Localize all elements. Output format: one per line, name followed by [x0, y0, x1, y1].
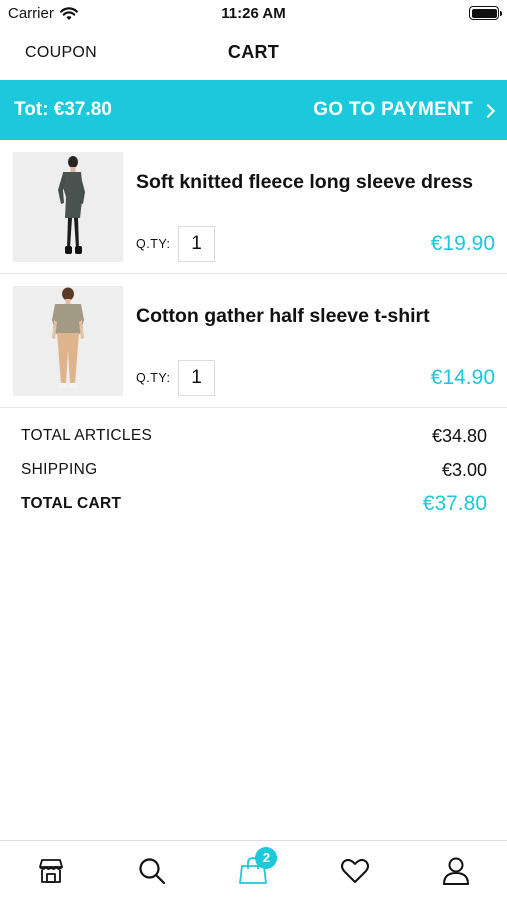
total-articles-value: €34.80 — [431, 426, 487, 446]
model-beige-tshirt-image — [13, 286, 123, 396]
cart-items-list: Soft knitted fleece long sleeve dress Q.… — [0, 140, 507, 408]
nav-bar: COUPON CART — [0, 28, 507, 80]
summary-total-row: TOTAL CART €37.80 — [0, 486, 507, 520]
status-time: 11:26 AM — [221, 5, 286, 22]
go-to-payment-label: GO TO PAYMENT — [313, 99, 473, 120]
product-image-dress[interactable] — [13, 152, 123, 262]
summary-articles-row: TOTAL ARTICLES €34.80 — [0, 418, 507, 452]
cart-item: Cotton gather half sleeve t-shirt Q.TY: … — [0, 274, 507, 408]
status-bar: Carrier 11:26 AM — [0, 0, 507, 28]
cart-item: Soft knitted fleece long sleeve dress Q.… — [0, 140, 507, 274]
qty-label: Q.TY: — [136, 237, 171, 251]
product-image-tshirt[interactable] — [13, 286, 123, 396]
cart-badge: 2 — [255, 846, 278, 869]
quantity-selector[interactable]: 1 — [178, 226, 215, 262]
summary-shipping-row: SHIPPING €3.00 — [0, 452, 507, 486]
shipping-label: SHIPPING — [21, 461, 98, 478]
battery-icon — [469, 6, 502, 20]
shipping-value: €3.00 — [441, 460, 487, 480]
chevron-right-icon — [480, 103, 496, 118]
item-name[interactable]: Cotton gather half sleeve t-shirt — [136, 304, 497, 328]
item-price: €19.90 — [430, 232, 495, 255]
model-dark-dress-image — [13, 152, 123, 262]
banner-total: Tot: €37.80 — [14, 99, 112, 120]
total-cart-label: TOTAL CART — [21, 495, 122, 512]
user-icon — [443, 857, 470, 885]
go-to-payment-button[interactable]: GO TO PAYMENT — [313, 99, 496, 121]
payment-banner: Tot: €37.80 GO TO PAYMENT — [0, 80, 507, 140]
tab-store[interactable] — [21, 847, 81, 895]
page-title: CART — [227, 42, 280, 62]
tab-search[interactable] — [122, 847, 182, 895]
quantity-selector[interactable]: 1 — [178, 360, 215, 396]
total-articles-label: TOTAL ARTICLES — [21, 427, 153, 444]
store-icon — [38, 858, 63, 883]
qty-label: Q.TY: — [136, 371, 171, 385]
total-cart-value: €37.80 — [422, 492, 487, 515]
item-name[interactable]: Soft knitted fleece long sleeve dress — [136, 170, 497, 194]
heart-icon — [340, 858, 369, 883]
tab-profile[interactable] — [426, 847, 486, 895]
tab-wishlist[interactable] — [325, 847, 385, 895]
tab-cart[interactable]: 2 — [223, 846, 283, 895]
item-price: €14.90 — [430, 366, 495, 389]
tab-bar: 2 — [0, 840, 507, 900]
order-summary: TOTAL ARTICLES €34.80 SHIPPING €3.00 TOT… — [0, 418, 507, 520]
search-icon — [139, 857, 166, 884]
